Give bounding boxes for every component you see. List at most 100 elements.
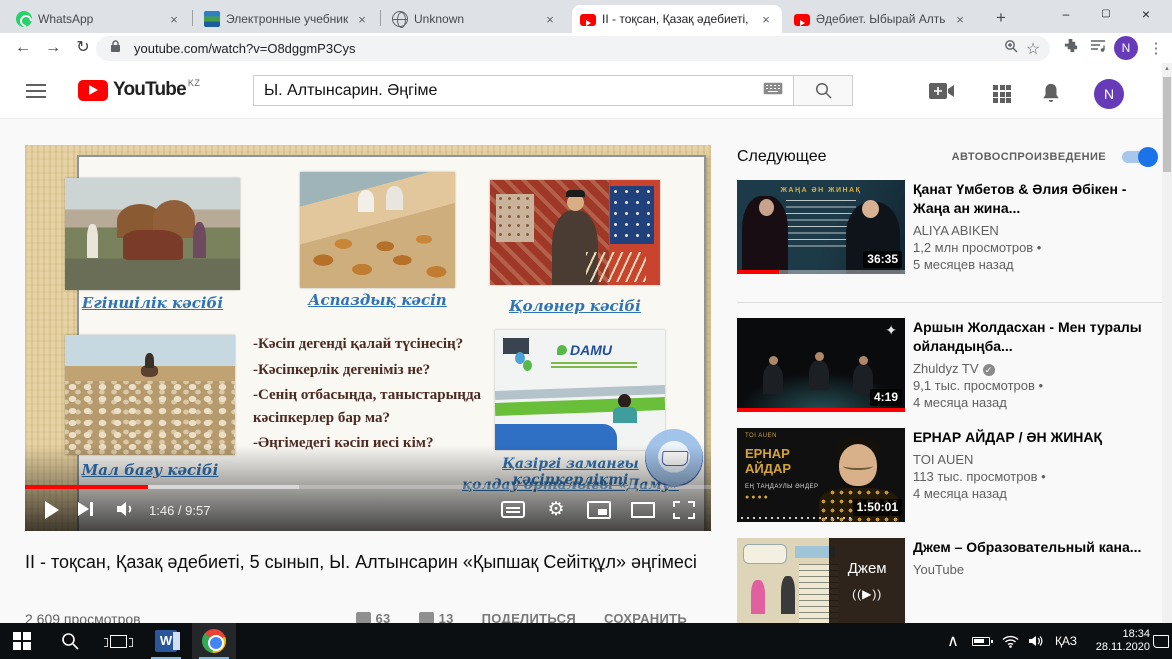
recommended-video-2[interactable]: ✦ 4:19 Аршын Жолдасхан - Мен туралы ойла…: [737, 318, 1162, 412]
theater-mode-icon[interactable]: [631, 497, 657, 523]
browser-menu-icon[interactable]: ⋮: [1144, 37, 1168, 61]
video-thumbnail[interactable]: TOI AUEN ЕРНАРАЙДАР ЕҢ ТАҢДАУЛЫ ӘНДЕР ●●…: [737, 428, 905, 522]
channel-name[interactable]: ALIYA ABIKEN: [913, 223, 1162, 238]
search-input[interactable]: [264, 82, 763, 100]
close-icon[interactable]: ×: [952, 12, 968, 27]
channel-name[interactable]: Zhuldyz TV✓: [913, 361, 1162, 376]
reload-button[interactable]: ↻: [70, 35, 96, 61]
recommended-video-3[interactable]: TOI AUEN ЕРНАРАЙДАР ЕҢ ТАҢДАУЛЫ ӘНДЕР ●●…: [737, 428, 1162, 522]
tab-youtube-2[interactable]: Әдебиет. Ыбырай Алтынсари ×: [786, 5, 976, 33]
address-bar[interactable]: youtube.com/watch?v=O8dggmP3Cys ☆: [96, 36, 1050, 61]
player-progress-bar[interactable]: [25, 485, 711, 489]
slide-image-cooking: [300, 172, 455, 288]
media-controls-icon[interactable]: [1086, 37, 1110, 61]
autoplay-toggle[interactable]: [1122, 151, 1156, 163]
youtube-apps-icon[interactable]: [990, 82, 1014, 106]
bookmark-star-icon[interactable]: ☆: [1022, 39, 1044, 59]
slide-image-farming: [65, 178, 240, 290]
speaker-icon[interactable]: [1024, 623, 1048, 659]
scrollbar-thumb[interactable]: [1163, 77, 1171, 172]
window-close-button[interactable]: ×: [1126, 0, 1166, 30]
page-scrollbar[interactable]: ▲: [1162, 63, 1172, 623]
duration-badge: 1:50:01: [853, 499, 902, 516]
video-player[interactable]: Егіншілік кәсібі Аспаздық кәсіп Қолөнер …: [25, 145, 711, 531]
language-indicator[interactable]: ҚАЗ: [1050, 623, 1082, 659]
start-button[interactable]: [0, 623, 44, 659]
new-tab-button[interactable]: +: [988, 6, 1014, 32]
search-button[interactable]: [793, 75, 853, 106]
url-text[interactable]: youtube.com/watch?v=O8dggmP3Cys: [134, 41, 1000, 56]
play-button[interactable]: [39, 497, 65, 523]
next-button[interactable]: [75, 497, 101, 523]
youtube-icon: [794, 14, 810, 26]
sidebar-header: Следующее АВТОВОСПРОИЗВЕДЕНИЕ: [737, 148, 1162, 170]
taskbar-clock[interactable]: 18:34 28.11.2020: [1088, 628, 1150, 654]
globe-icon: [392, 11, 408, 27]
settings-gear-icon[interactable]: ⚙: [543, 497, 569, 523]
books-icon: [204, 11, 220, 27]
taskbar-search-button[interactable]: [48, 623, 92, 659]
subtitles-icon[interactable]: [501, 497, 527, 523]
tray-chevron-icon[interactable]: ∧: [942, 623, 964, 659]
battery-icon[interactable]: [968, 623, 994, 659]
word-taskbar-button[interactable]: W: [144, 623, 188, 659]
browser-profile-avatar[interactable]: N: [1114, 36, 1138, 60]
view-count: 113 тыс. просмотров •: [913, 469, 1162, 484]
tab-title: Әдебиет. Ыбырай Алтынсари: [816, 12, 946, 26]
tab-whatsapp[interactable]: WhatsApp ×: [8, 5, 190, 33]
fullscreen-icon[interactable]: [673, 497, 699, 523]
search-box[interactable]: [253, 75, 793, 106]
task-view-button[interactable]: [96, 623, 140, 659]
keyboard-icon[interactable]: [763, 82, 793, 100]
channel-name[interactable]: TOI AUEN: [913, 452, 1162, 467]
window-maximize-button[interactable]: ▢: [1086, 0, 1126, 30]
close-icon[interactable]: ×: [354, 12, 370, 27]
close-icon[interactable]: ×: [166, 12, 182, 27]
video-thumbnail[interactable]: Джем ((▶)): [737, 538, 905, 632]
damu-sign-text: DAMU: [557, 342, 612, 358]
miniplayer-icon[interactable]: [587, 497, 613, 523]
video-thumbnail[interactable]: ✦ 4:19: [737, 318, 905, 412]
youtube-account-avatar[interactable]: N: [1094, 79, 1124, 109]
action-center-icon[interactable]: [1150, 623, 1172, 659]
played-bar: [25, 485, 148, 489]
toggle-knob: [1138, 147, 1158, 167]
slide-image-herding: [65, 335, 235, 455]
close-icon[interactable]: ×: [758, 12, 774, 27]
thumbnail-caption: Джем: [829, 560, 905, 577]
browser-tab-strip: WhatsApp × Электронные учебники Все у × …: [0, 0, 1172, 33]
recommended-video-4[interactable]: Джем ((▶)) Джем – Образовательный кана..…: [737, 538, 1162, 632]
create-video-icon[interactable]: [929, 82, 953, 106]
chrome-icon: [202, 629, 226, 653]
tab-unknown[interactable]: Unknown ×: [384, 5, 566, 33]
view-count: 9,1 тыс. просмотров •: [913, 378, 1162, 393]
youtube-logo[interactable]: YouTube KZ: [78, 79, 200, 101]
recommended-video-1[interactable]: ЖАҢА ӘН ЖИНАҚ 36:35 Қанат Үмбетов & Әлия…: [737, 180, 1162, 274]
windows-logo-icon: [13, 632, 31, 650]
notifications-bell-icon[interactable]: [1040, 82, 1064, 106]
tab-ebooks[interactable]: Электронные учебники Все у ×: [196, 5, 378, 33]
video-title[interactable]: Аршын Жолдасхан - Мен туралы ойландыңба.…: [913, 318, 1162, 356]
word-icon: W: [155, 630, 177, 652]
video-title[interactable]: ЕРНАР АЙДАР / ӘН ЖИНАҚ: [913, 428, 1162, 447]
window-minimize-button[interactable]: –: [1046, 0, 1086, 30]
zoom-icon[interactable]: [1000, 39, 1022, 58]
video-title[interactable]: Қанат Үмбетов & Әлия Әбікен - Жаңа ан жи…: [913, 180, 1162, 218]
extensions-puzzle-icon[interactable]: [1058, 37, 1082, 61]
back-button[interactable]: ←: [10, 35, 36, 61]
tab-title: WhatsApp: [38, 12, 160, 26]
close-icon[interactable]: ×: [542, 12, 558, 27]
video-thumbnail[interactable]: ЖАҢА ӘН ЖИНАҚ 36:35: [737, 180, 905, 274]
tab-active-youtube[interactable]: II - тоқсан, Қазақ әдебиеті, 5 с ×: [572, 5, 782, 33]
video-title[interactable]: Джем – Образовательный кана...: [913, 538, 1162, 557]
tab-title: Unknown: [414, 12, 536, 26]
forward-button[interactable]: →: [40, 35, 66, 61]
live-overlay: Джем ((▶)): [829, 538, 905, 632]
chrome-taskbar-button[interactable]: [192, 623, 236, 659]
guide-menu-icon[interactable]: [26, 84, 46, 98]
channel-name[interactable]: YouTube: [913, 562, 1162, 577]
wifi-icon[interactable]: [998, 623, 1022, 659]
scrollbar-up-icon[interactable]: ▲: [1162, 63, 1172, 72]
volume-icon[interactable]: [113, 497, 139, 523]
whatsapp-icon: [16, 11, 32, 27]
